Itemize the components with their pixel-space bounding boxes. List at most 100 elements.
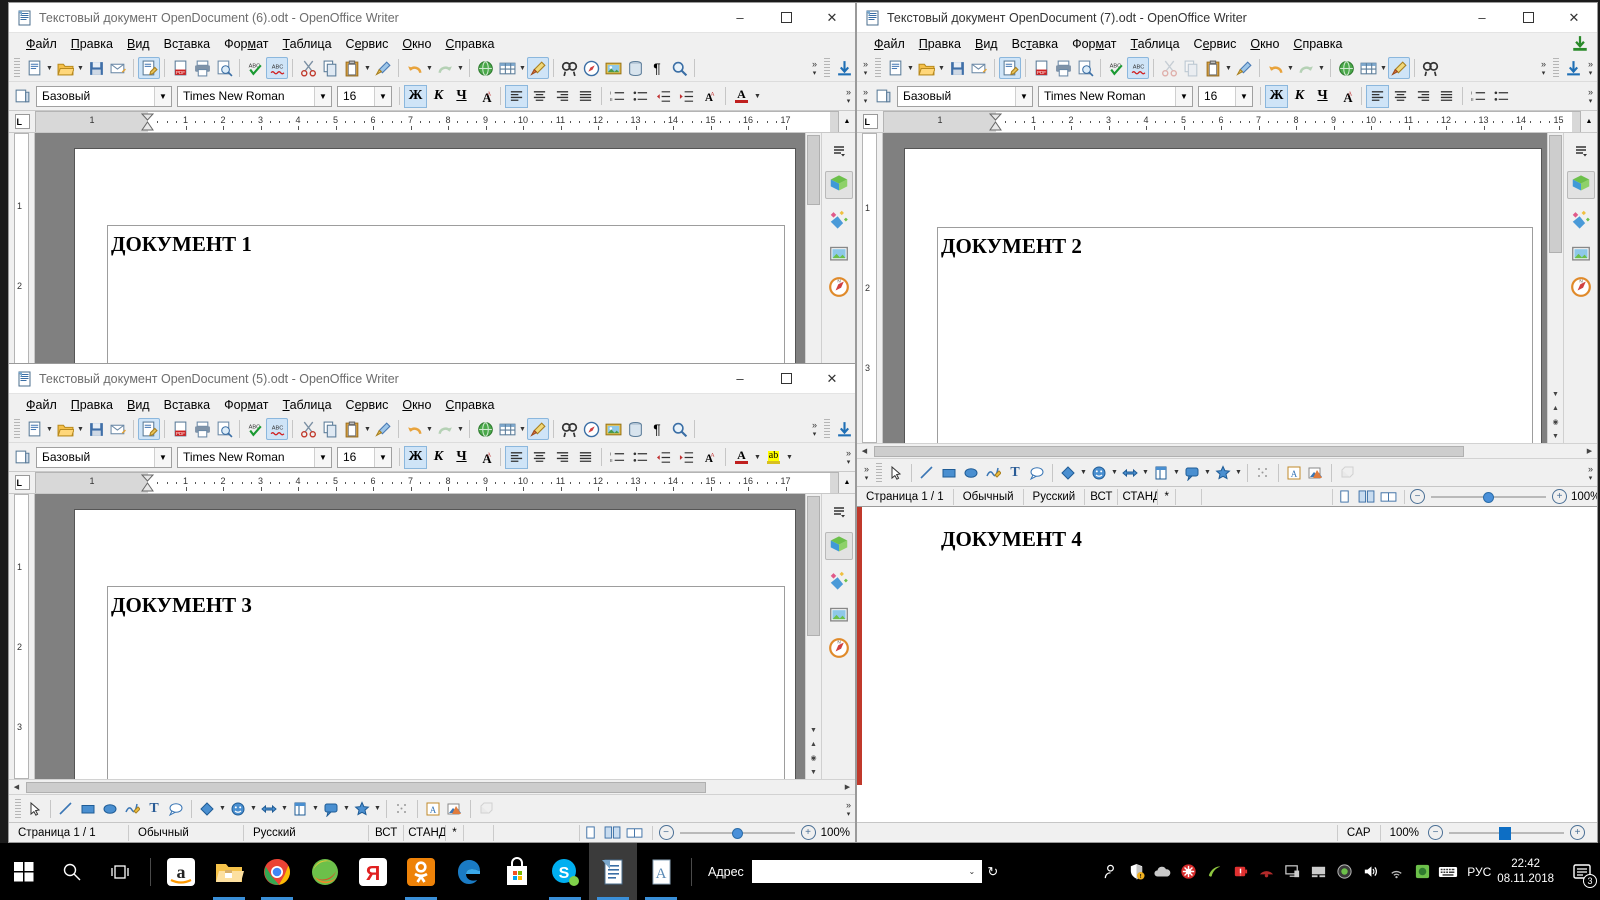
undo-icon[interactable] xyxy=(403,57,425,79)
language-indicator[interactable]: РУС xyxy=(1467,865,1491,879)
menu-help[interactable]: Справка xyxy=(438,35,501,53)
style-dropdown-arrow[interactable]: ▼ xyxy=(154,447,171,467)
toolbar2-right-overflow[interactable]: » ▾ xyxy=(1584,55,1597,81)
single-page-view-button-3[interactable] xyxy=(582,826,600,840)
block-arrows-icon[interactable] xyxy=(258,798,280,820)
zoom-in-button-3[interactable]: + xyxy=(800,825,816,840)
font-size-combo[interactable]: 16 ▼ xyxy=(337,446,392,468)
callouts-icon[interactable] xyxy=(1026,462,1048,484)
document-canvas-2[interactable]: ДОКУМЕНТ 2 xyxy=(883,133,1547,443)
styles-apply-icon[interactable] xyxy=(872,85,894,107)
sidebar-media-icon[interactable] xyxy=(1567,239,1595,267)
draw2-left-overflow[interactable]: » ▾ xyxy=(860,460,873,486)
basic-shapes-icon[interactable] xyxy=(196,798,218,820)
formatting-toolbar[interactable]: Базовый ▼ Times New Roman ▼ 16 ▼ Ж К Ч A… xyxy=(9,82,855,111)
window2-maximize-button[interactable] xyxy=(1505,3,1551,33)
hscroll3-left-arrow[interactable]: ◀ xyxy=(9,780,24,795)
google-chrome-button[interactable] xyxy=(253,843,301,900)
symbol-shapes-icon[interactable] xyxy=(1088,462,1110,484)
cut-icon[interactable] xyxy=(1158,57,1180,79)
window2-titlebar[interactable]: Текстовый документ OpenDocument (7).odt … xyxy=(857,3,1597,33)
hscroll2-thumb[interactable] xyxy=(874,445,1464,457)
page-down-icon[interactable]: ▼ xyxy=(1548,429,1563,443)
sidebar-tab-strip-3[interactable]: N xyxy=(821,494,855,779)
menu-table[interactable]: Таблица xyxy=(276,396,339,414)
drawbar-grip[interactable] xyxy=(876,462,882,483)
toolbar-grip-2[interactable] xyxy=(824,419,830,439)
search-button[interactable] xyxy=(48,843,96,900)
hscroll3-right-arrow[interactable]: ▶ xyxy=(840,780,855,795)
menu-tools[interactable]: Сервис xyxy=(339,396,396,414)
sidebar-properties-icon[interactable] xyxy=(824,171,853,199)
menu-window[interactable]: Окно xyxy=(1243,35,1286,53)
minimize-button[interactable]: – xyxy=(717,3,763,33)
gallery-icon[interactable] xyxy=(1305,462,1327,484)
copy-icon[interactable] xyxy=(319,57,341,79)
format-overflow-button[interactable]: » ▾ xyxy=(842,83,855,109)
export-pdf-icon[interactable]: PDF xyxy=(169,418,191,440)
data-sources-icon[interactable] xyxy=(624,418,646,440)
formatting-toolbar-3[interactable]: Базовый ▼ Times New Roman ▼ 16 ▼ Ж К Ч A… xyxy=(9,443,855,472)
insert-table-icon[interactable] xyxy=(496,418,518,440)
document-area-2[interactable]: 1 2 3 ДОКУМЕНТ 2 ▼ ▲ ◉ ▼ N xyxy=(857,133,1597,443)
address-input[interactable]: ⌄ xyxy=(751,860,982,883)
vscroll3-thumb[interactable] xyxy=(807,496,820,636)
antivirus-icon[interactable] xyxy=(1175,855,1201,889)
vscroll3-track[interactable] xyxy=(806,494,821,723)
edit-mode-icon[interactable] xyxy=(999,57,1021,79)
highlight-color-button[interactable]: ab xyxy=(762,446,785,469)
new-dropdown-icon[interactable]: ▼ xyxy=(45,418,54,440)
zoom-level-status-3[interactable]: 100% xyxy=(816,825,855,841)
vertical-ruler[interactable]: 1 2 xyxy=(9,133,35,369)
save-icon[interactable] xyxy=(85,57,107,79)
vscroll2-track[interactable] xyxy=(1548,133,1563,387)
show-draw-functions-icon[interactable] xyxy=(527,418,549,440)
multi-page-view-button[interactable] xyxy=(1357,490,1375,504)
new-dropdown-icon[interactable]: ▼ xyxy=(45,57,54,79)
text-box-icon[interactable]: T xyxy=(1004,462,1026,484)
sidebar-gallery-icon[interactable] xyxy=(825,566,853,594)
points-icon[interactable] xyxy=(391,798,413,820)
symbol-shapes-icon[interactable] xyxy=(227,798,249,820)
sidebar-media-icon[interactable] xyxy=(825,600,853,628)
font-size-combo[interactable]: 16 ▼ xyxy=(337,85,392,107)
align-justify-button[interactable] xyxy=(1435,85,1458,108)
insert-image-icon[interactable] xyxy=(602,418,624,440)
battery-warning-icon[interactable] xyxy=(1227,855,1253,889)
address-dropdown-arrow[interactable]: ⌄ xyxy=(963,867,981,876)
undo-icon[interactable] xyxy=(1264,57,1286,79)
text-box-icon[interactable]: T xyxy=(143,798,165,820)
headset-icon[interactable] xyxy=(1331,855,1357,889)
find-replace-icon[interactable] xyxy=(558,57,580,79)
menu-file[interactable]: Файл xyxy=(19,396,64,414)
hscroll2-track[interactable] xyxy=(872,445,1582,458)
formatting-marks-icon[interactable]: ¶ xyxy=(646,57,668,79)
unordered-list-button[interactable] xyxy=(629,85,652,108)
sidebar-media-icon[interactable] xyxy=(825,239,853,267)
status-bar-4[interactable]: CAP 100% − + xyxy=(857,822,1597,842)
font-dropdown-arrow[interactable]: ▼ xyxy=(314,447,331,467)
basic-shapes-dropdown[interactable]: ▼ xyxy=(218,798,227,820)
basic-shapes-dropdown[interactable]: ▼ xyxy=(1079,462,1088,484)
vscroll2-thumb[interactable] xyxy=(1549,135,1562,253)
export-pdf-icon[interactable]: PDF xyxy=(1030,57,1052,79)
window3-titlebar[interactable]: Текстовый документ OpenDocument (5).odt … xyxy=(9,364,855,394)
autospellcheck-icon[interactable]: ABC xyxy=(266,418,288,440)
paste-dropdown-icon[interactable]: ▼ xyxy=(1224,57,1233,79)
sidebar-properties-icon[interactable] xyxy=(1566,171,1595,199)
hyperlink-icon[interactable] xyxy=(474,418,496,440)
window3-minimize-button[interactable]: – xyxy=(717,364,763,394)
draw2-overflow-button[interactable]: » ▾ xyxy=(1584,460,1597,486)
bold-button[interactable]: Ж xyxy=(404,84,427,108)
save-icon[interactable] xyxy=(85,418,107,440)
font-dropdown-arrow[interactable]: ▼ xyxy=(1175,86,1192,106)
tab-selector-icon[interactable]: L xyxy=(14,114,30,129)
show-draw-functions-icon[interactable] xyxy=(527,57,549,79)
skype-button[interactable]: S xyxy=(541,843,589,900)
hscroll3-thumb[interactable] xyxy=(26,781,706,793)
toolbar-grip[interactable] xyxy=(14,58,20,78)
insert-table-icon[interactable] xyxy=(496,57,518,79)
open-dropdown-icon[interactable]: ▼ xyxy=(76,418,85,440)
ordered-list-button[interactable]: I II xyxy=(606,85,629,108)
menu-view[interactable]: Вид xyxy=(968,35,1005,53)
